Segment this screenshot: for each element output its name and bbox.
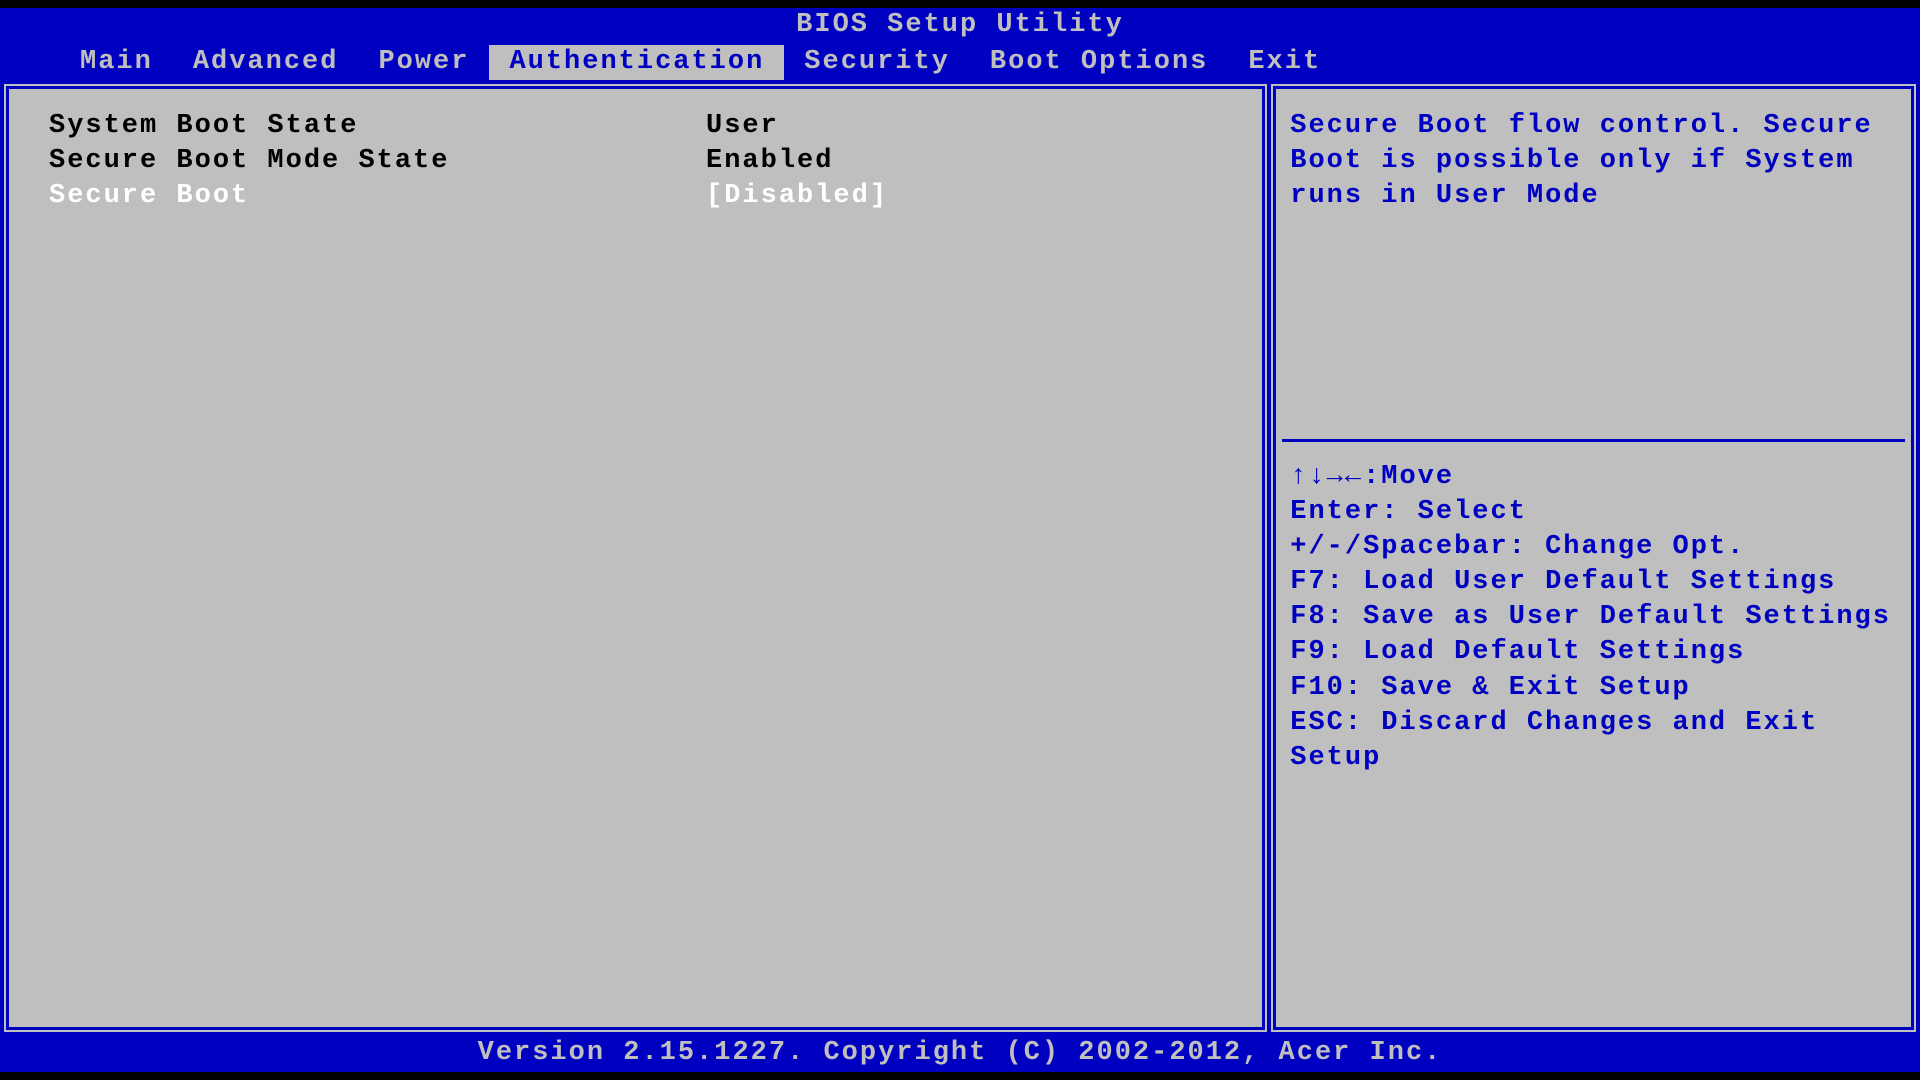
- tab-exit[interactable]: Exit: [1228, 45, 1341, 80]
- key-hint: F10: Save & Exit Setup: [1290, 671, 1897, 706]
- setting-value[interactable]: [Disabled]: [706, 179, 1222, 214]
- menu-bar: MainAdvancedPowerAuthenticationSecurityB…: [0, 44, 1920, 80]
- tab-advanced[interactable]: Advanced: [173, 45, 359, 80]
- key-hint: ESC: Discard Changes and Exit Setup: [1290, 706, 1897, 776]
- key-hints: ↑↓→←:Move Enter: Select+/-/Spacebar: Cha…: [1290, 460, 1897, 776]
- setting-row-secure-boot-mode-state: Secure Boot Mode StateEnabled: [49, 144, 1222, 179]
- setting-row-secure-boot[interactable]: Secure Boot[Disabled]: [49, 179, 1222, 214]
- setting-label: Secure Boot: [49, 179, 706, 214]
- key-hint: F8: Save as User Default Settings: [1290, 600, 1897, 635]
- key-hint-move: ↑↓→←:Move: [1290, 460, 1897, 495]
- content-area: System Boot StateUserSecure Boot Mode St…: [0, 80, 1920, 1036]
- setting-value: User: [706, 109, 1222, 144]
- tab-power[interactable]: Power: [358, 45, 489, 80]
- key-hint: F9: Load Default Settings: [1290, 635, 1897, 670]
- setting-label: System Boot State: [49, 109, 706, 144]
- app-title: BIOS Setup Utility: [796, 10, 1124, 40]
- tab-security[interactable]: Security: [784, 45, 970, 80]
- key-hint: +/-/Spacebar: Change Opt.: [1290, 530, 1897, 565]
- title-bar: BIOS Setup Utility: [0, 8, 1920, 44]
- tab-boot-options[interactable]: Boot Options: [970, 45, 1228, 80]
- key-hint: Enter: Select: [1290, 495, 1897, 530]
- help-divider: [1282, 439, 1905, 442]
- setting-row-system-boot-state: System Boot StateUser: [49, 109, 1222, 144]
- footer-text: Version 2.15.1227. Copyright (C) 2002-20…: [478, 1038, 1443, 1068]
- arrow-icons: ↑↓→←: [1290, 462, 1363, 492]
- help-panel: Secure Boot flow control. Secure Boot is…: [1273, 86, 1914, 1030]
- tab-authentication[interactable]: Authentication: [489, 45, 784, 80]
- settings-panel: System Boot StateUserSecure Boot Mode St…: [6, 86, 1265, 1030]
- help-text: Secure Boot flow control. Secure Boot is…: [1290, 109, 1897, 429]
- bios-root: BIOS Setup Utility MainAdvancedPowerAuth…: [0, 0, 1920, 1080]
- setting-label: Secure Boot Mode State: [49, 144, 706, 179]
- tab-main[interactable]: Main: [60, 45, 173, 80]
- setting-value: Enabled: [706, 144, 1222, 179]
- move-label: :Move: [1363, 462, 1454, 492]
- letterbox-bottom: [0, 1072, 1920, 1080]
- footer-bar: Version 2.15.1227. Copyright (C) 2002-20…: [0, 1036, 1920, 1072]
- letterbox-top: [0, 0, 1920, 8]
- key-hint: F7: Load User Default Settings: [1290, 565, 1897, 600]
